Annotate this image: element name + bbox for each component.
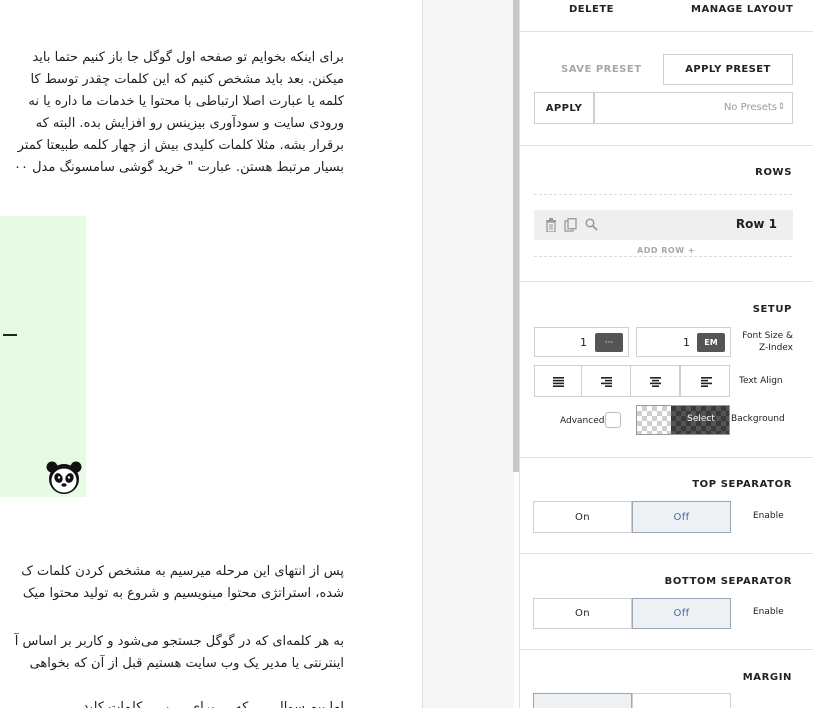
align-left-button[interactable] <box>534 365 582 397</box>
panel-gutter <box>422 0 514 708</box>
save-preset-button[interactable]: SAVE PRESET <box>561 64 642 75</box>
align-right-icon <box>601 377 612 387</box>
background-label: Background <box>731 414 785 424</box>
apply-preset-button[interactable]: APPLY PRESET <box>663 54 793 85</box>
paragraph-line: برای اینکه بخوایم تو صفحه اول گوگل جا با… <box>32 50 344 65</box>
align-center-icon <box>650 377 661 387</box>
bottom-separator-title: BOTTOM SEPARATOR <box>664 576 792 587</box>
paragraph-line: به هر کلمه‌ای که در گوگل جستجو می‌شود و … <box>14 634 344 649</box>
margin-title: MARGIN <box>742 672 792 683</box>
bottom-separator-enable-label: Enable <box>753 607 784 617</box>
paragraph-line: کلمه یا عبارت اصلا ارتباطی با محتوا یا خ… <box>28 94 344 109</box>
paragraph-line: اینترنتی یا مدیر یک وب سایت هستیم قبل از… <box>29 656 344 671</box>
preset-select-value: No Presets <box>723 102 777 113</box>
advanced-label: Advanced <box>560 416 605 426</box>
font-size-zindex-label: Font Size & Z-Index <box>742 331 793 353</box>
font-size-unit-button[interactable]: ··· <box>595 333 623 352</box>
top-separator-enable-label: Enable <box>753 511 784 521</box>
background-select-overlay[interactable]: Select <box>671 406 729 434</box>
apply-button[interactable]: APPLY <box>534 92 594 124</box>
margin-field-2[interactable] <box>632 693 731 708</box>
paragraph-line: بسیار مرتبط هستن. عبارت " خرید گوشی سامس… <box>14 160 344 175</box>
background-picker[interactable]: Select <box>636 405 730 435</box>
align-left-icon <box>701 377 712 387</box>
divider <box>520 457 813 458</box>
dashed-divider <box>534 194 792 195</box>
updown-icon: ⇕ <box>777 102 785 112</box>
align-justify-button[interactable] <box>680 365 730 397</box>
paragraph-line: ورودی سایت و سودآوری بیزینس رو افزایش بد… <box>35 116 344 131</box>
paragraph-line: پس از انتهای این مرحله میرسیم به مشخص کر… <box>21 564 344 579</box>
settings-panel: DELETE MANAGE LAYOUT SAVE PRESET APPLY P… <box>519 0 813 708</box>
zindex-value: 1 <box>683 336 690 349</box>
top-separator-title: TOP SEPARATOR <box>692 479 792 490</box>
dash-mark <box>3 334 17 336</box>
search-icon[interactable] <box>585 218 598 231</box>
zindex-field[interactable]: 1 EM <box>636 327 731 357</box>
article-paragraph-1: برای اینکه بخوایم تو صفحه اول گوگل جا با… <box>0 47 344 179</box>
top-separator-off-button[interactable]: Off <box>632 501 731 533</box>
copy-icon[interactable] <box>564 218 577 232</box>
divider <box>520 649 813 650</box>
row-label: Row 1 <box>735 217 777 231</box>
divider <box>520 281 813 282</box>
delete-button[interactable]: DELETE <box>569 4 614 15</box>
margin-field-1[interactable] <box>533 693 632 708</box>
article-paragraph-2: پس از انتهای این مرحله میرسیم به مشخص کر… <box>0 561 344 605</box>
preset-select[interactable]: No Presets ⇕ <box>594 92 793 124</box>
align-center-button[interactable] <box>630 365 680 397</box>
zindex-unit-button[interactable]: EM <box>697 333 725 352</box>
manage-layout-button[interactable]: MANAGE LAYOUT <box>691 4 793 15</box>
row-item[interactable]: Row 1 <box>534 210 793 240</box>
font-size-field[interactable]: 1 ··· <box>534 327 629 357</box>
setup-title: SETUP <box>752 304 792 315</box>
content-block[interactable] <box>0 216 86 497</box>
advanced-checkbox[interactable] <box>605 412 621 428</box>
paragraph-line: میکنن. بعد باید مشخص کنیم که این کلمات چ… <box>30 72 344 87</box>
article-paragraph-3: به هر کلمه‌ای که در گوگل جستجو می‌شود و … <box>0 631 344 675</box>
trash-icon[interactable] <box>545 218 557 232</box>
article-paragraph-4: اما بیم سوالی ... که ... برای ... ر ... … <box>0 697 344 708</box>
dashed-divider <box>534 256 792 257</box>
panda-icon[interactable] <box>44 461 84 495</box>
divider <box>520 145 813 146</box>
background-select-label: Select <box>687 414 715 424</box>
paragraph-line: برقرار بشه. مثلا کلمات کلیدی بیش از چهار… <box>17 138 344 153</box>
align-right-button[interactable] <box>581 365 631 397</box>
paragraph-line: شده، استراتژی محتوا مینویسیم و شروع به ت… <box>22 586 344 601</box>
bottom-separator-off-button[interactable]: Off <box>632 598 731 629</box>
rows-title: ROWS <box>755 167 792 178</box>
top-separator-on-button[interactable]: On <box>533 501 632 533</box>
divider <box>520 31 813 32</box>
article-area: برای اینکه بخوایم تو صفحه اول گوگل جا با… <box>0 0 422 708</box>
align-justify-icon <box>553 377 564 387</box>
add-row-button[interactable]: ADD ROW + <box>637 246 695 255</box>
divider <box>520 553 813 554</box>
bottom-separator-on-button[interactable]: On <box>533 598 632 629</box>
paragraph-line: اما بیم سوالی ... که ... برای ... ر ... … <box>82 700 344 708</box>
font-size-value: 1 <box>580 336 587 349</box>
text-align-label: Text Align <box>739 376 783 386</box>
